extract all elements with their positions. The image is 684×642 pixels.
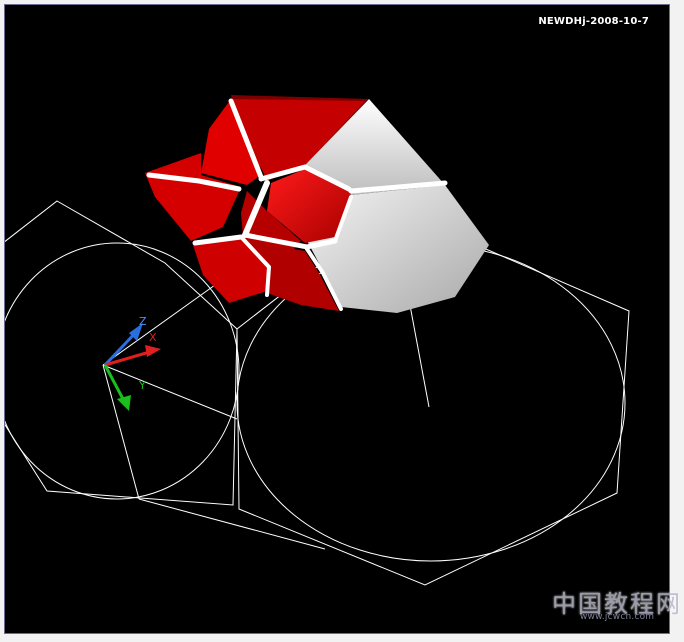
viewport-canvas[interactable]: Z X Y: [5, 5, 669, 633]
construction-line-4: [138, 498, 326, 550]
construction-line-3: [102, 364, 140, 500]
watermark-url: www.jcwcn.com: [580, 612, 655, 622]
cad-3d-viewport[interactable]: Z X Y NEWDHj-2008-10-7: [4, 4, 670, 634]
ucs-y-label: Y: [138, 379, 146, 392]
construction-line-2: [102, 364, 238, 420]
left-circle: [5, 242, 240, 500]
screenshot-frame: Z X Y NEWDHj-2008-10-7 中国教程网 www.jcwcn.c…: [0, 0, 684, 642]
ucs-y-arrow: [117, 395, 131, 411]
ucs-x-arrow: [145, 345, 161, 357]
ucs-x-label: X: [149, 331, 157, 344]
viewport-stamp-label: NEWDHj-2008-10-7: [538, 16, 649, 27]
solid-star-model: [145, 95, 489, 313]
ucs-z-label: Z: [139, 315, 147, 328]
